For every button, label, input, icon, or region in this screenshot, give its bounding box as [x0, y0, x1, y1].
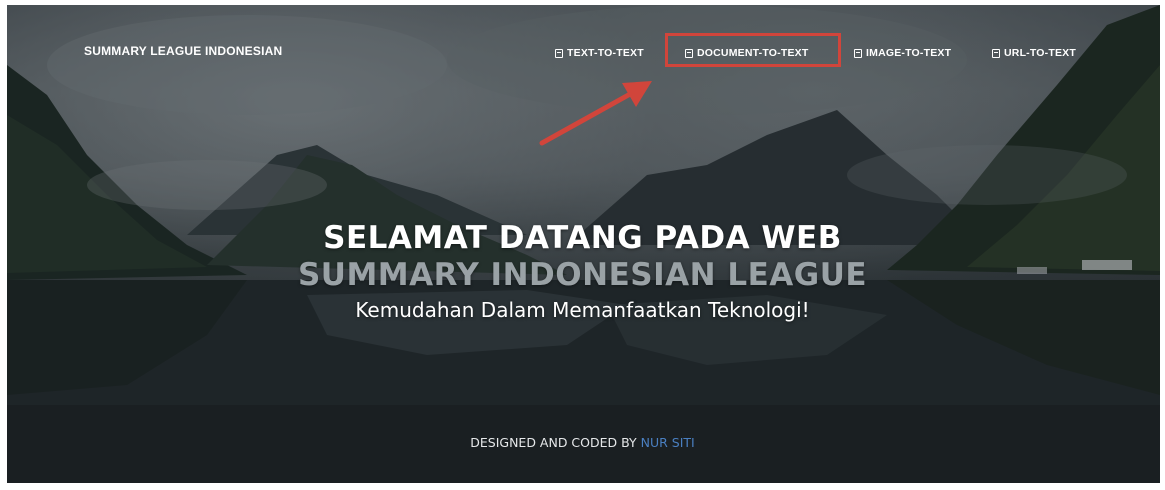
footer-credit: DESIGNED AND CODED BY NUR SITI	[0, 435, 1165, 450]
nav-text-to-text[interactable]: TEXT-TO-TEXT	[555, 42, 644, 64]
document-icon	[555, 48, 563, 58]
document-icon	[992, 48, 1000, 58]
nav-label: URL-TO-TEXT	[1004, 47, 1076, 59]
nav-label: TEXT-TO-TEXT	[567, 47, 644, 59]
hero-title: SELAMAT DATANG PADA WEB	[323, 220, 842, 256]
top-navigation: TEXT-TO-TEXT DOCUMENT-TO-TEXT IMAGE-TO-T…	[0, 42, 1165, 64]
footer-author-link[interactable]: NUR SITI	[641, 435, 695, 450]
hero-tagline: Kemudahan Dalam Memanfaatkan Teknologi!	[355, 298, 810, 322]
nav-label: IMAGE-TO-TEXT	[866, 47, 952, 59]
hero-section: SELAMAT DATANG PADA WEB SUMMARY INDONESI…	[0, 220, 1165, 324]
footer-label: DESIGNED AND CODED BY	[470, 435, 637, 450]
highlight-box-annotation	[665, 33, 841, 67]
annotation-arrow-icon	[539, 81, 652, 146]
document-icon	[854, 48, 862, 58]
nav-url-to-text[interactable]: URL-TO-TEXT	[992, 42, 1076, 64]
nav-image-to-text[interactable]: IMAGE-TO-TEXT	[854, 42, 951, 64]
hero-subtitle: SUMMARY INDONESIAN LEAGUE	[297, 257, 868, 293]
